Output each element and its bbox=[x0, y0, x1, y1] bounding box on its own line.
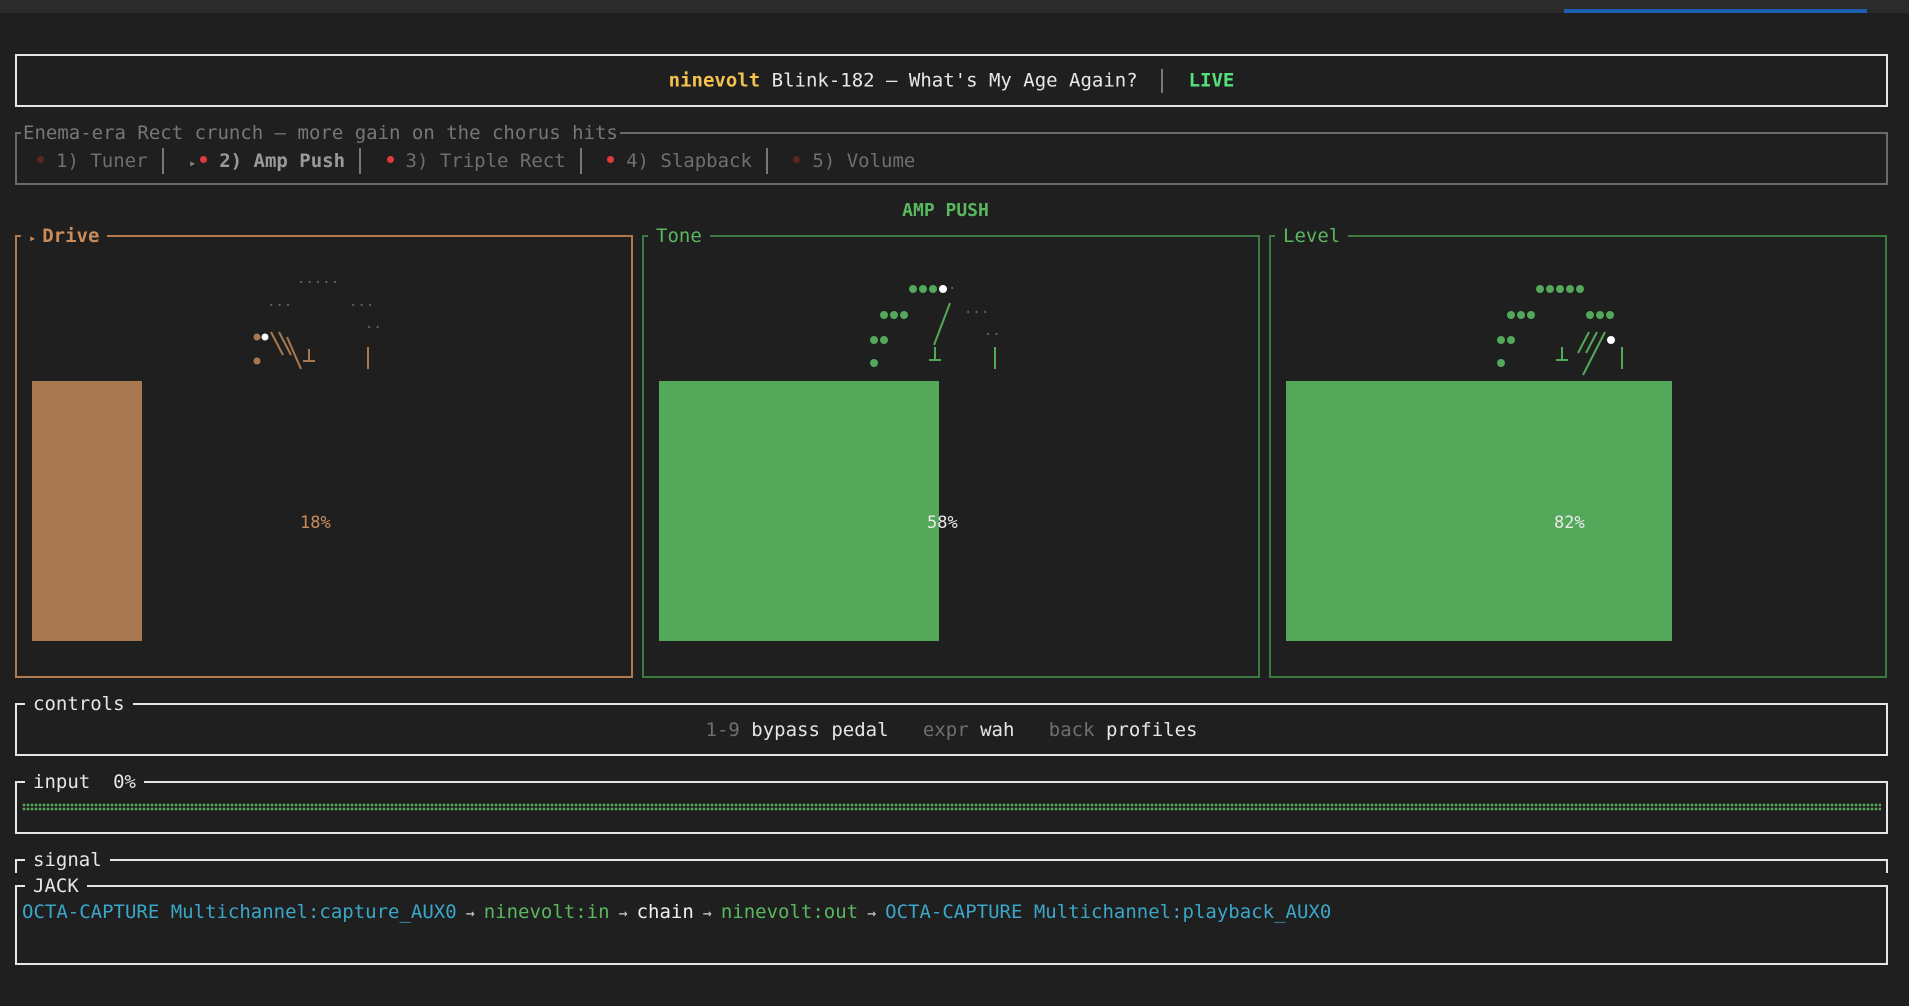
input-waveform bbox=[22, 803, 1881, 811]
stage-divider bbox=[161, 148, 164, 174]
app-name: ninevolt bbox=[668, 69, 761, 92]
knob-dial-icon: ····· ··· ··· ·· bbox=[253, 277, 382, 370]
wah-action[interactable]: wah bbox=[980, 719, 1014, 741]
tone-percent: 58% bbox=[927, 513, 958, 533]
bypass-dot-icon bbox=[37, 155, 44, 163]
chain-description: Enema-era Rect crunch — more gain on the… bbox=[21, 122, 620, 144]
bypass-pedal-action[interactable]: bypass pedal bbox=[751, 719, 888, 741]
knob-dial-icon: ······ bbox=[870, 281, 1001, 369]
jack-title: JACK bbox=[25, 875, 87, 897]
stage-label: 2) Amp Push bbox=[219, 149, 346, 172]
svg-text:···: ··· bbox=[267, 298, 292, 314]
title-bar: ninevolt Blink-182 — What's My Age Again… bbox=[15, 54, 1888, 107]
controls-panel: controls 1-9 bypass pedal expr wah back … bbox=[15, 693, 1888, 756]
stage-divider bbox=[765, 148, 768, 174]
svg-text:···: ··· bbox=[349, 298, 374, 314]
knob-title: Level bbox=[1275, 225, 1349, 247]
drive-percent: 18% bbox=[300, 513, 331, 533]
ninevolt-in-port: ninevolt:in bbox=[483, 901, 610, 923]
stage-triple-rect[interactable]: 3) Triple Rect bbox=[386, 149, 566, 172]
level-level-bar bbox=[1286, 381, 1672, 641]
tone-level-bar bbox=[659, 381, 939, 641]
knob-title: ▸ Drive bbox=[21, 225, 108, 249]
playback-port: OCTA-CAPTURE Multichannel:playback_AUX0 bbox=[885, 901, 1332, 923]
knob-title: Tone bbox=[648, 225, 710, 247]
tab-strip bbox=[0, 0, 1909, 13]
profiles-action[interactable]: profiles bbox=[1106, 719, 1198, 741]
active-dot-icon bbox=[386, 155, 394, 163]
pedal-chain: Enema-era Rect crunch — more gain on the… bbox=[15, 122, 1888, 185]
arrow-right-icon: → bbox=[465, 904, 475, 922]
level-percent: 82% bbox=[1554, 513, 1585, 533]
signal-title: signal bbox=[25, 849, 110, 871]
input-level: 0% bbox=[113, 771, 136, 793]
active-tab-indicator bbox=[1564, 9, 1867, 13]
stage-slapback[interactable]: 4) Slapback bbox=[607, 150, 752, 172]
stage-divider bbox=[579, 148, 582, 174]
svg-text:···: ··· bbox=[964, 305, 989, 321]
chain-node: chain bbox=[636, 901, 694, 923]
ninevolt-out-port: ninevolt:out bbox=[720, 901, 859, 923]
capture-port: OCTA-CAPTURE Multichannel:capture_AUX0 bbox=[22, 901, 457, 923]
stage-volume[interactable]: 5) Volume bbox=[793, 150, 915, 172]
focus-caret-icon: ▸ bbox=[29, 231, 37, 245]
stage-label: 4) Slapback bbox=[626, 149, 752, 172]
svg-text:··: ·· bbox=[365, 320, 382, 336]
knob-panel-level[interactable]: Level 82% bbox=[1269, 225, 1887, 678]
knob-panel-drive[interactable]: ▸ Drive ····· ··· ··· ·· 18% bbox=[15, 225, 633, 678]
svg-text:·: · bbox=[948, 281, 956, 297]
arrow-right-icon: → bbox=[618, 904, 628, 922]
key-hint: back bbox=[1048, 719, 1095, 741]
arrow-right-icon: → bbox=[867, 904, 877, 922]
jack-panel: JACK OCTA-CAPTURE Multichannel:capture_A… bbox=[15, 875, 1888, 965]
stage-label: 5) Volume bbox=[812, 149, 916, 172]
active-dot-icon bbox=[200, 155, 208, 163]
song-title: Blink-182 — What's My Age Again? bbox=[771, 69, 1138, 92]
title-separator bbox=[1161, 69, 1164, 93]
key-hint: 1-9 bbox=[705, 719, 740, 741]
stage-tuner[interactable]: 1) Tuner bbox=[37, 150, 148, 172]
bypass-dot-icon bbox=[793, 155, 801, 163]
live-status-badge: LIVE bbox=[1188, 69, 1235, 92]
svg-text:··: ·· bbox=[984, 327, 1001, 343]
stage-label: 1) Tuner bbox=[56, 149, 148, 172]
input-title: input 0% bbox=[25, 771, 144, 793]
signal-panel: signal bbox=[15, 849, 1888, 873]
stage-label: 3) Triple Rect bbox=[405, 149, 566, 172]
selected-caret-icon: ▸ bbox=[188, 155, 197, 170]
drive-level-bar bbox=[32, 381, 142, 641]
knob-panel-tone[interactable]: Tone · ··· ·· 58% bbox=[642, 225, 1260, 678]
arrow-right-icon: → bbox=[702, 904, 712, 922]
signal-route: OCTA-CAPTURE Multichannel:capture_AUX0 → n… bbox=[22, 901, 1331, 923]
section-title: AMP PUSH bbox=[902, 200, 989, 221]
stage-divider bbox=[359, 148, 362, 174]
input-meter-panel: input 0% bbox=[15, 771, 1888, 834]
active-dot-icon bbox=[607, 155, 615, 163]
controls-title: controls bbox=[25, 693, 133, 715]
stage-amp-push[interactable]: ▸ 2) Amp Push bbox=[189, 150, 345, 172]
knob-dial-icon bbox=[1497, 285, 1623, 376]
svg-text:·····: ····· bbox=[297, 277, 339, 291]
key-hint: expr bbox=[922, 719, 969, 741]
